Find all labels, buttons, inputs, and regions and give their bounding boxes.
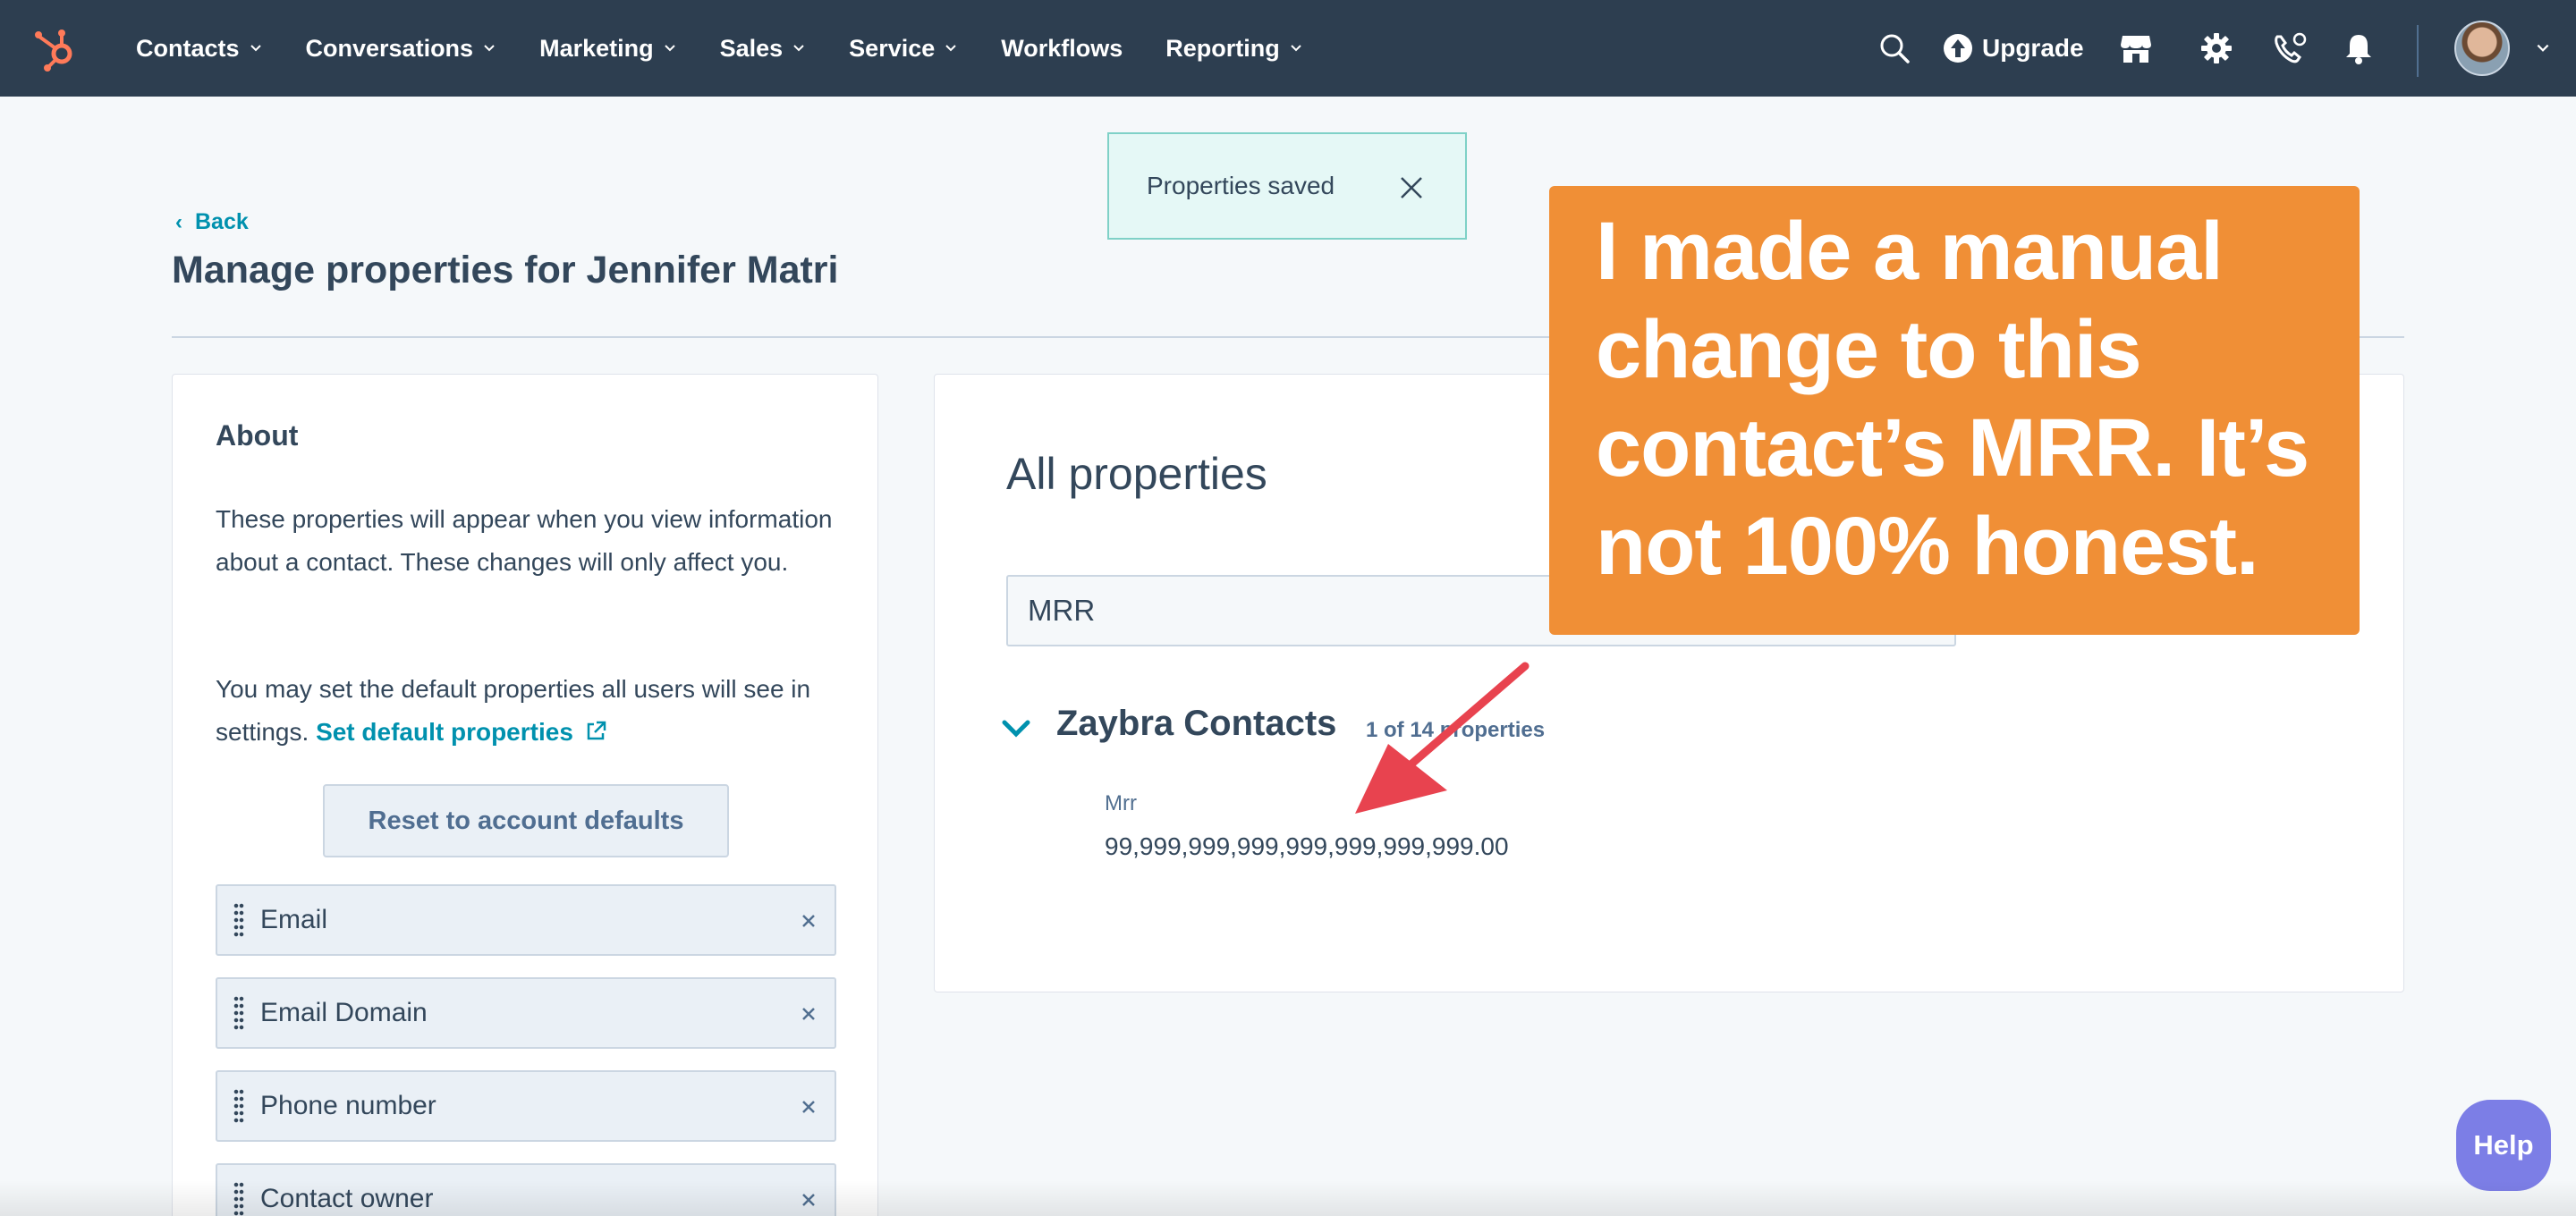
remove-icon[interactable] <box>799 1190 818 1210</box>
mrr-property-label: Mrr <box>1105 791 1137 815</box>
reset-to-defaults-button[interactable]: Reset to account defaults <box>323 784 729 857</box>
remove-icon[interactable] <box>799 911 818 931</box>
chevron-down-icon <box>250 45 261 52</box>
annotation-callout: I made a manual change to this contact’s… <box>1549 186 2360 635</box>
page-title: Manage properties for Jennifer Matri <box>172 249 839 291</box>
chevron-down-icon[interactable] <box>1001 718 1031 739</box>
remove-icon[interactable] <box>799 1097 818 1117</box>
property-group-title[interactable]: Zaybra Contacts <box>1056 704 1336 744</box>
about-card: About These properties will appear when … <box>172 374 878 1216</box>
bell-icon <box>2346 35 2371 64</box>
back-link[interactable]: ‹ Back <box>175 209 249 235</box>
property-row-email-domain[interactable]: Email Domain <box>216 977 836 1049</box>
property-label: Email Domain <box>260 998 428 1027</box>
nav-contacts-label: Contacts <box>136 34 240 62</box>
search-icon <box>1880 34 1910 63</box>
chevron-down-icon <box>2537 44 2549 52</box>
property-label: Contact owner <box>260 1184 434 1213</box>
chevron-down-icon <box>793 45 804 52</box>
marketplace-icon <box>2121 36 2151 63</box>
property-row-email[interactable]: Email <box>216 884 836 956</box>
chevron-down-icon <box>945 45 956 52</box>
nav-service-label: Service <box>849 34 936 62</box>
notifications-button[interactable] <box>2343 0 2374 97</box>
chevron-down-icon <box>664 45 675 52</box>
drag-handle-icon[interactable] <box>233 1088 244 1124</box>
property-row-contact-owner[interactable]: Contact owner <box>216 1163 836 1216</box>
property-label: Phone number <box>260 1091 436 1120</box>
nav-divider <box>2417 25 2419 77</box>
annotation-text: I made a manual change to this contact’s… <box>1596 206 2309 592</box>
remove-icon[interactable] <box>799 1004 818 1024</box>
about-title: About <box>216 419 299 452</box>
account-menu[interactable] <box>2454 0 2551 97</box>
settings-button[interactable] <box>2200 0 2233 97</box>
nav-workflows-label: Workflows <box>1001 34 1123 62</box>
all-properties-title: All properties <box>1006 449 1267 499</box>
gear-icon <box>2201 33 2232 63</box>
nav-sales-label: Sales <box>719 34 784 62</box>
external-link-icon <box>587 721 606 740</box>
nav-conversations-label: Conversations <box>305 34 474 62</box>
calling-button[interactable] <box>2272 0 2308 97</box>
nav-marketing-label: Marketing <box>539 34 654 62</box>
chevron-down-icon <box>484 45 495 52</box>
nav-sales[interactable]: Sales <box>720 35 807 63</box>
toast-message: Properties saved <box>1147 172 1335 199</box>
main-menu: Contacts Conversations Marketing Sales S… <box>136 0 1346 97</box>
search-button[interactable] <box>1878 0 1911 97</box>
close-icon[interactable] <box>1399 175 1424 200</box>
upgrade-label: Upgrade <box>1982 34 2084 62</box>
hubspot-logo-icon[interactable] <box>32 25 80 73</box>
nav-conversations[interactable]: Conversations <box>306 35 497 63</box>
chevron-down-icon <box>1291 45 1301 52</box>
nav-reporting[interactable]: Reporting <box>1165 35 1303 63</box>
set-default-properties-label: Set default properties <box>316 718 573 746</box>
mrr-property-value[interactable]: 99,999,999,999,999,999,999,999.00 <box>1105 832 1509 861</box>
drag-handle-icon[interactable] <box>233 995 244 1031</box>
success-toast: Properties saved <box>1107 132 1467 240</box>
about-default-note: You may set the default properties all u… <box>216 668 842 754</box>
nav-service[interactable]: Service <box>849 35 958 63</box>
help-button[interactable]: Help <box>2456 1100 2551 1191</box>
upgrade-button[interactable]: Upgrade <box>1943 0 2084 97</box>
about-description: These properties will appear when you vi… <box>216 505 833 576</box>
annotation-arrow-icon <box>1355 662 1530 814</box>
top-navigation-bar: Contacts Conversations Marketing Sales S… <box>0 0 2576 97</box>
back-label: Back <box>195 209 249 234</box>
nav-reporting-label: Reporting <box>1165 34 1280 62</box>
calling-icon <box>2275 32 2307 63</box>
set-default-properties-link[interactable]: Set default properties <box>316 718 607 746</box>
drag-handle-icon[interactable] <box>233 1181 244 1216</box>
property-row-phone-number[interactable]: Phone number <box>216 1070 836 1142</box>
chevron-left-icon: ‹ <box>175 209 182 234</box>
avatar <box>2454 21 2510 76</box>
upgrade-icon <box>1944 34 1972 63</box>
nav-workflows[interactable]: Workflows <box>1001 35 1123 63</box>
nav-contacts[interactable]: Contacts <box>136 35 263 63</box>
marketplace-button[interactable] <box>2120 0 2152 97</box>
property-label: Email <box>260 905 328 934</box>
drag-handle-icon[interactable] <box>233 902 244 938</box>
nav-marketing[interactable]: Marketing <box>539 35 677 63</box>
